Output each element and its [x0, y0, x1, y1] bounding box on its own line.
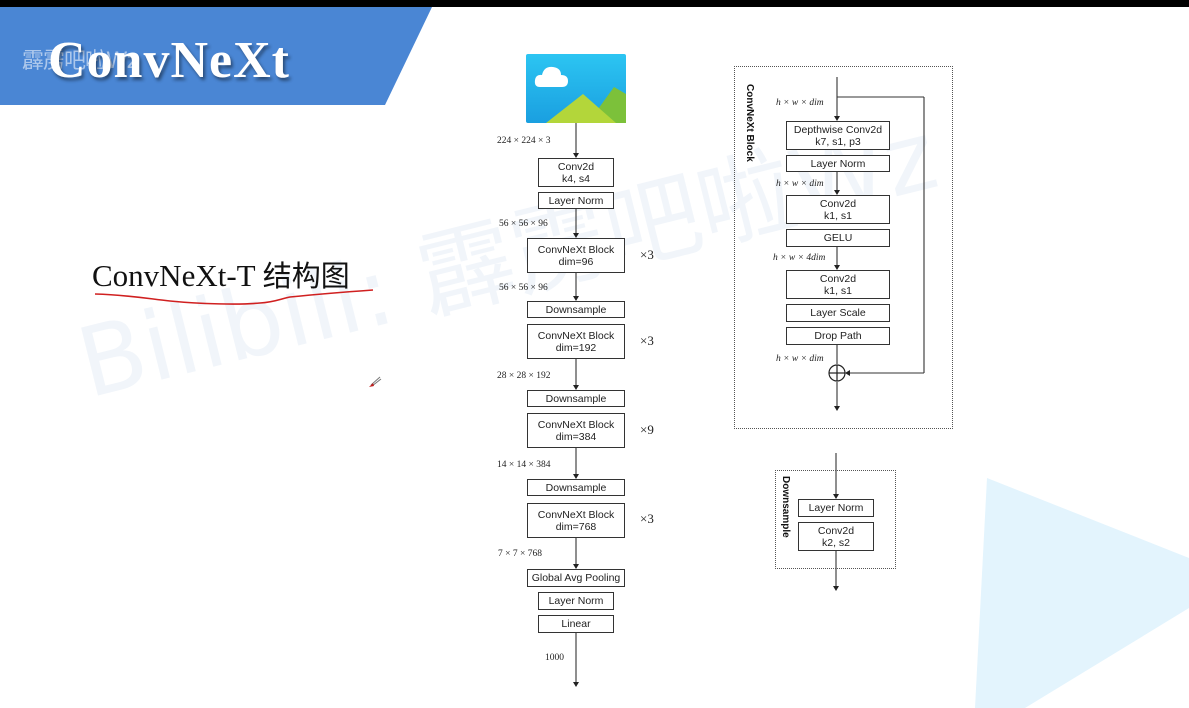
repeat-label: ×3 — [640, 333, 654, 348]
downsample-detail — [775, 470, 896, 569]
node-line1: Conv2d — [557, 160, 595, 173]
node-line1: Global Avg Pooling — [531, 572, 621, 584]
block-layer-scale: Layer Scale — [786, 304, 890, 322]
node-line1: Downsample — [545, 481, 607, 494]
node-line2: k1, s1 — [823, 209, 852, 222]
block-drop-path: Drop Path — [786, 327, 890, 345]
dim-label: h × w × dim — [776, 98, 824, 108]
node-line1: Drop Path — [814, 330, 862, 342]
depthwise-conv2d: Depthwise Conv2d k7, s1, p3 — [786, 121, 890, 150]
node-line2: k4, s4 — [561, 172, 590, 185]
node-line1: Linear — [561, 618, 591, 630]
node-line2: dim=192 — [555, 341, 597, 354]
stem-conv2d: Conv2d k4, s4 — [538, 158, 614, 187]
node-line1: ConvNeXt Block — [537, 418, 615, 431]
node-line1: Conv2d — [817, 524, 855, 537]
node-line2: dim=96 — [558, 255, 594, 268]
stem-layer-norm: Layer Norm — [538, 192, 614, 209]
dim-label: 7 × 7 × 768 — [498, 549, 542, 559]
node-line1: Layer Norm — [808, 502, 864, 514]
downsample-layer-norm: Layer Norm — [798, 499, 874, 517]
repeat-label: ×9 — [640, 422, 654, 437]
image-icon — [526, 54, 626, 123]
node-line2: k2, s2 — [821, 536, 850, 549]
node-line1: Layer Norm — [810, 157, 866, 170]
dim-label: h × w × 4dim — [773, 253, 826, 263]
convnext-block-label: ConvNeXt Block — [744, 84, 755, 162]
stage1-block: ConvNeXt Block dim=96 — [527, 238, 625, 273]
stage2-block: ConvNeXt Block dim=192 — [527, 324, 625, 359]
node-line1: ConvNeXt Block — [537, 508, 615, 521]
node-line1: Layer Norm — [548, 595, 604, 607]
stage4-block: ConvNeXt Block dim=768 — [527, 503, 625, 538]
dim-label: 56 × 56 × 96 — [499, 219, 548, 229]
node-line2: dim=384 — [555, 430, 597, 443]
node-line1: Depthwise Conv2d — [793, 123, 883, 136]
repeat-label: ×3 — [640, 247, 654, 262]
dim-label: 56 × 56 × 96 — [499, 283, 548, 293]
node-line1: Conv2d — [819, 272, 857, 285]
node-line2: k1, s1 — [823, 284, 852, 297]
node-line1: Downsample — [545, 303, 607, 316]
downsample-conv2d: Conv2d k2, s2 — [798, 522, 874, 551]
block-conv2d-1: Conv2d k1, s1 — [786, 195, 890, 224]
node-line1: Conv2d — [819, 197, 857, 210]
head-global-avg-pooling: Global Avg Pooling — [527, 569, 625, 587]
dim-label: 28 × 28 × 192 — [497, 371, 551, 381]
downsample-label: Downsample — [780, 476, 791, 538]
output-dim-label: 1000 — [545, 653, 564, 663]
node-line2: dim=768 — [555, 520, 597, 533]
block-layer-norm: Layer Norm — [786, 155, 890, 172]
node-line1: Layer Scale — [810, 307, 866, 319]
node-line1: Downsample — [545, 392, 607, 405]
dim-label: h × w × dim — [776, 354, 824, 364]
repeat-label: ×3 — [640, 511, 654, 526]
dim-label: 14 × 14 × 384 — [497, 460, 551, 470]
node-line2: k7, s1, p3 — [815, 135, 861, 148]
node-line1: GELU — [823, 232, 853, 244]
block-gelu: GELU — [786, 229, 890, 247]
head-linear: Linear — [538, 615, 614, 633]
dim-label: h × w × dim — [776, 179, 824, 189]
block-conv2d-2: Conv2d k1, s1 — [786, 270, 890, 299]
stage3-block: ConvNeXt Block dim=384 — [527, 413, 625, 448]
node-line1: ConvNeXt Block — [537, 329, 615, 342]
node-line1: ConvNeXt Block — [537, 243, 615, 256]
stage2-downsample: Downsample — [527, 301, 625, 318]
stage4-downsample: Downsample — [527, 479, 625, 496]
head-layer-norm: Layer Norm — [538, 592, 614, 610]
stage3-downsample: Downsample — [527, 390, 625, 407]
node-line1: Layer Norm — [548, 194, 604, 207]
dim-label: 224 × 224 × 3 — [497, 136, 551, 146]
